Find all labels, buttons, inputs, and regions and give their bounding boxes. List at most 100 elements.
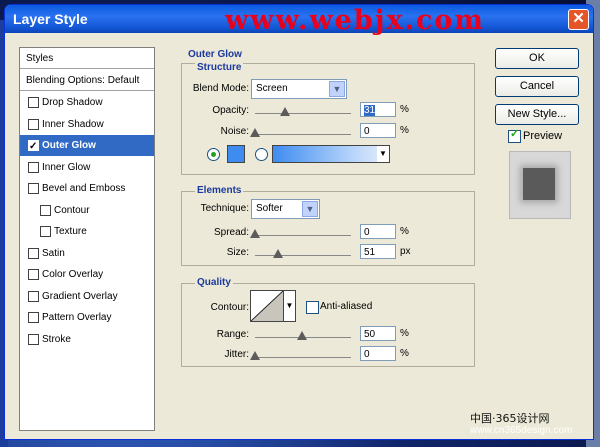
- style-item-drop-shadow[interactable]: Drop Shadow: [20, 92, 154, 113]
- jitter-input[interactable]: 0: [360, 346, 396, 361]
- style-item-gradient-overlay[interactable]: Gradient Overlay: [20, 286, 154, 307]
- gradient-radio[interactable]: [255, 148, 268, 161]
- spread-input[interactable]: 0: [360, 224, 396, 239]
- preview-label: Preview: [523, 130, 563, 142]
- jitter-slider-track[interactable]: [255, 357, 351, 358]
- style-checkbox[interactable]: [28, 290, 39, 302]
- style-checkbox[interactable]: [28, 312, 39, 323]
- style-item-label: Contour: [54, 204, 90, 216]
- outer-glow-heading: Outer Glow: [188, 49, 242, 60]
- spread-label: Spread:: [213, 227, 249, 238]
- style-item-label: Bevel and Emboss: [42, 183, 126, 194]
- style-item-texture[interactable]: Texture: [20, 221, 154, 242]
- jitter-slider-thumb[interactable]: [250, 351, 260, 360]
- style-checkbox[interactable]: [28, 118, 39, 130]
- style-item-stroke[interactable]: Stroke: [20, 329, 154, 350]
- style-item-label: Stroke: [42, 333, 71, 345]
- contour-picker[interactable]: ▼: [250, 290, 296, 322]
- style-item-inner-shadow[interactable]: Inner Shadow: [20, 114, 154, 135]
- opacity-input[interactable]: 31: [360, 102, 396, 117]
- solid-color-radio[interactable]: [207, 148, 220, 161]
- styles-list: Styles Blending Options: Default Drop Sh…: [19, 47, 155, 431]
- close-button[interactable]: ✕: [568, 9, 589, 30]
- size-label: Size:: [226, 247, 249, 258]
- contour-curve-icon: [251, 291, 283, 321]
- style-item-color-overlay[interactable]: Color Overlay: [20, 264, 154, 285]
- watermark-text: www.webjx.com: [225, 5, 485, 36]
- style-item-label: Gradient Overlay: [42, 290, 118, 302]
- noise-unit: %: [400, 125, 409, 136]
- range-input[interactable]: 50: [360, 326, 396, 341]
- opacity-unit: %: [400, 104, 409, 115]
- preview-swatch: [523, 168, 555, 200]
- style-item-label: Texture: [54, 226, 87, 237]
- opacity-slider-thumb[interactable]: [280, 107, 290, 116]
- spread-slider-track[interactable]: [255, 235, 351, 236]
- noise-label: Noise:: [220, 126, 249, 137]
- range-unit: %: [400, 328, 409, 339]
- new-style-button[interactable]: New Style...: [495, 104, 579, 125]
- style-item-contour[interactable]: Contour: [20, 200, 154, 221]
- spread-unit: %: [400, 226, 409, 237]
- spread-slider-thumb[interactable]: [250, 229, 260, 238]
- technique-select[interactable]: Softer ▼: [251, 199, 320, 219]
- gradient-picker[interactable]: ▼: [272, 145, 390, 163]
- noise-input[interactable]: 0: [360, 123, 396, 138]
- range-slider-thumb[interactable]: [297, 331, 307, 340]
- style-item-label: Color Overlay: [42, 269, 104, 280]
- style-checkbox[interactable]: [28, 161, 39, 173]
- style-item-label: Inner Shadow: [42, 118, 104, 130]
- style-item-pattern-overlay[interactable]: Pattern Overlay: [20, 307, 154, 328]
- technique-value: Softer: [256, 203, 283, 214]
- style-item-satin[interactable]: Satin: [20, 243, 154, 264]
- blend-mode-value: Screen: [256, 83, 288, 94]
- style-item-label: Drop Shadow: [42, 97, 103, 108]
- size-slider-thumb[interactable]: [273, 249, 283, 258]
- opacity-value: 31: [364, 105, 376, 116]
- layer-style-dialog: Layer Style ✕ Styles Blending Options: D…: [4, 4, 594, 440]
- style-preview: [509, 151, 571, 219]
- anti-aliased-checkbox[interactable]: [306, 301, 319, 314]
- glow-color-swatch[interactable]: [227, 145, 245, 163]
- style-item-bevel-and-emboss[interactable]: Bevel and Emboss: [20, 178, 154, 199]
- jitter-label: Jitter:: [224, 349, 249, 360]
- ok-button[interactable]: OK: [495, 48, 579, 69]
- styles-header[interactable]: Styles: [20, 48, 154, 69]
- style-checkbox[interactable]: [28, 136, 39, 157]
- window-title: Layer Style: [13, 11, 88, 27]
- style-item-outer-glow[interactable]: Outer Glow: [20, 135, 154, 157]
- opacity-slider-track[interactable]: [255, 113, 351, 114]
- elements-heading: Elements: [195, 185, 244, 196]
- chevron-down-icon: ▼: [302, 201, 318, 217]
- style-checkbox[interactable]: [40, 226, 51, 237]
- range-label: Range:: [216, 329, 249, 340]
- size-slider-track[interactable]: [255, 255, 351, 256]
- style-checkbox[interactable]: [28, 333, 39, 345]
- structure-heading: Structure: [195, 62, 244, 73]
- style-checkbox[interactable]: [28, 247, 39, 259]
- quality-heading: Quality: [195, 277, 233, 288]
- technique-label: Technique:: [200, 203, 249, 214]
- opacity-label: Opacity:: [212, 105, 249, 116]
- size-input[interactable]: 51: [360, 244, 396, 259]
- size-unit: px: [400, 246, 411, 257]
- blending-options-item[interactable]: Blending Options: Default: [20, 70, 154, 91]
- anti-aliased-label: Anti-aliased: [320, 301, 373, 312]
- jitter-unit: %: [400, 348, 409, 359]
- preview-checkbox[interactable]: [508, 127, 521, 143]
- style-item-inner-glow[interactable]: Inner Glow: [20, 157, 154, 178]
- style-checkbox[interactable]: [28, 269, 39, 280]
- noise-slider-thumb[interactable]: [250, 128, 260, 137]
- style-checkbox[interactable]: [28, 183, 39, 194]
- footer-site-name: 中国·365设计网: [470, 412, 550, 425]
- style-checkbox[interactable]: [28, 97, 39, 108]
- contour-label: Contour:: [210, 302, 249, 313]
- cancel-button[interactable]: Cancel: [495, 76, 579, 97]
- noise-slider-track[interactable]: [255, 134, 351, 135]
- style-checkbox[interactable]: [40, 204, 51, 216]
- blend-mode-label: Blend Mode:: [192, 83, 249, 94]
- style-item-label: Pattern Overlay: [42, 312, 112, 323]
- style-item-label: Inner Glow: [42, 161, 91, 173]
- chevron-down-icon: ▼: [377, 146, 389, 162]
- blend-mode-select[interactable]: Screen ▼: [251, 79, 347, 99]
